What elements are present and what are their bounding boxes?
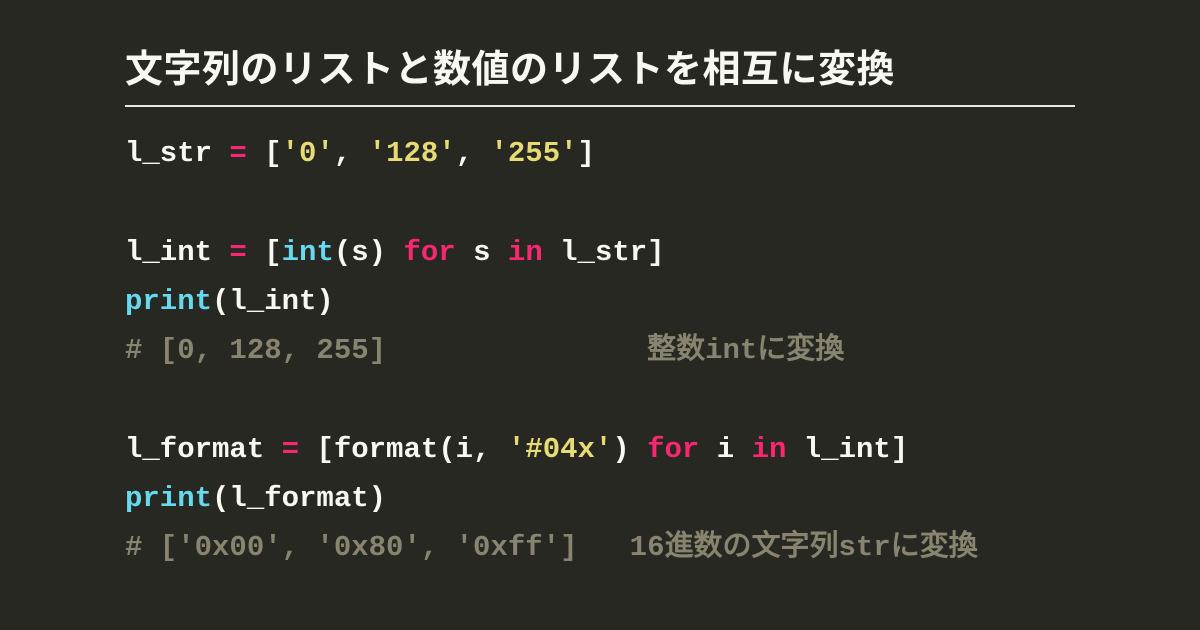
code-line-7: # ['0x00', '0x80', '0xff'] 16進数の文字列strに変… bbox=[125, 531, 978, 564]
code-line-1: l_str = ['0', '128', '255'] bbox=[125, 137, 595, 170]
tok: '#04x' bbox=[508, 433, 612, 466]
tok: [format(i, bbox=[299, 433, 508, 466]
tok: , bbox=[334, 137, 369, 170]
tok: l_str] bbox=[543, 236, 665, 269]
tok: for bbox=[647, 433, 699, 466]
tok: in bbox=[508, 236, 543, 269]
code-line-4: # [0, 128, 255] 整数intに変換 bbox=[125, 334, 844, 367]
slide-container: 文字列のリストと数値のリストを相互に変換 l_str = ['0', '128'… bbox=[0, 0, 1200, 573]
code-block: l_str = ['0', '128', '255'] l_int = [int… bbox=[125, 129, 1075, 573]
page-title: 文字列のリストと数値のリストを相互に変換 bbox=[125, 38, 1075, 107]
tok: '255' bbox=[491, 137, 578, 170]
tok: '0' bbox=[282, 137, 334, 170]
tok-comment: # [0, 128, 255] 整数intに変換 bbox=[125, 334, 844, 367]
tok: = bbox=[282, 433, 299, 466]
tok: for bbox=[403, 236, 455, 269]
tok: '128' bbox=[369, 137, 456, 170]
tok: l_format bbox=[125, 433, 282, 466]
tok: in bbox=[752, 433, 787, 466]
tok: = bbox=[229, 137, 246, 170]
tok: (l_format) bbox=[212, 482, 386, 515]
tok: print bbox=[125, 482, 212, 515]
tok-comment: # ['0x00', '0x80', '0xff'] 16進数の文字列strに変… bbox=[125, 531, 978, 564]
tok: [ bbox=[247, 236, 282, 269]
tok: print bbox=[125, 285, 212, 318]
tok: (l_int) bbox=[212, 285, 334, 318]
code-line-2: l_int = [int(s) for s in l_str] bbox=[125, 236, 665, 269]
tok: i bbox=[699, 433, 751, 466]
code-line-6: print(l_format) bbox=[125, 482, 386, 515]
tok: l_str bbox=[125, 137, 229, 170]
tok: , bbox=[456, 137, 491, 170]
tok: int bbox=[282, 236, 334, 269]
tok: = bbox=[229, 236, 246, 269]
code-line-3: print(l_int) bbox=[125, 285, 334, 318]
tok: [ bbox=[247, 137, 282, 170]
tok: l_int bbox=[125, 236, 229, 269]
tok: l_int] bbox=[786, 433, 908, 466]
tok: ) bbox=[612, 433, 647, 466]
tok: (s) bbox=[334, 236, 404, 269]
tok: ] bbox=[578, 137, 595, 170]
code-line-5: l_format = [format(i, '#04x') for i in l… bbox=[125, 433, 908, 466]
tok: s bbox=[456, 236, 508, 269]
